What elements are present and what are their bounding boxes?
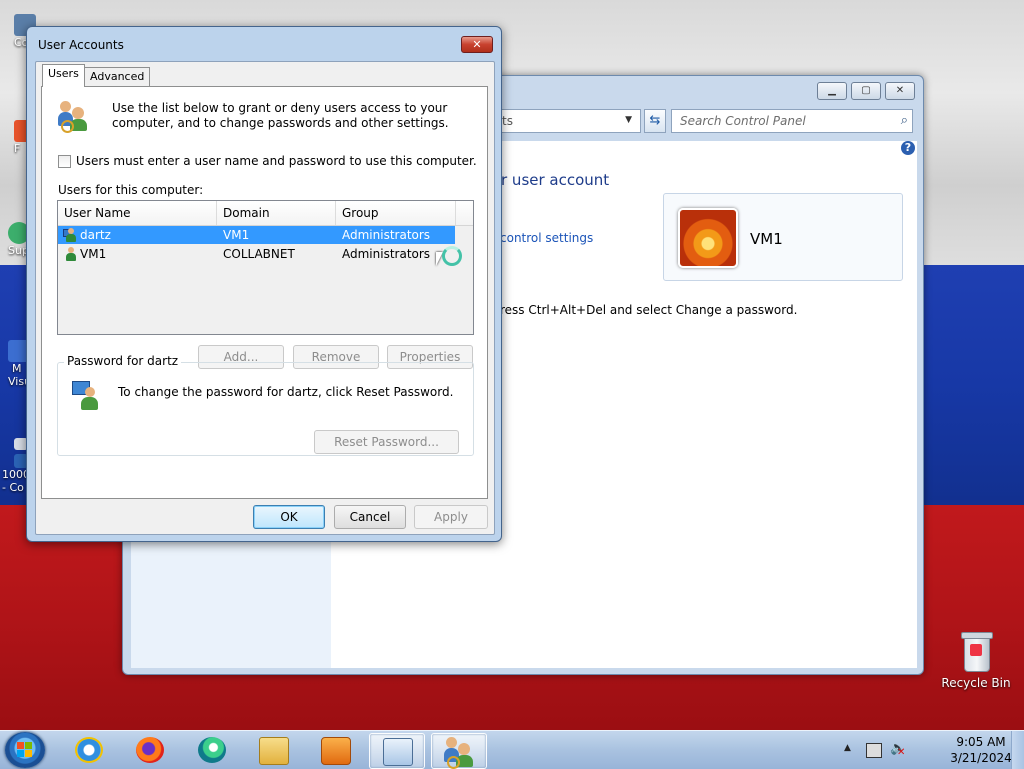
ok-button[interactable]: OK (253, 505, 325, 529)
reset-password-button[interactable]: Reset Password... (314, 430, 459, 454)
column-header-domain[interactable]: Domain (217, 201, 336, 225)
tab-users[interactable]: Users (42, 64, 85, 87)
user-card: VM1 (663, 193, 903, 281)
require-login-row[interactable]: Users must enter a user name and passwor… (58, 154, 477, 168)
search-input[interactable]: Search Control Panel ⌕ (671, 109, 913, 133)
group-cell: Administrators (342, 228, 431, 242)
dialog-body: Users Advanced Use the list below to gra… (35, 61, 495, 535)
domain-cell: COLLABNET (223, 247, 295, 261)
internet-explorer-icon (75, 737, 103, 763)
system-tray: ▲ 🔈 ✕ 9:05 AM 3/21/2024 (844, 731, 1024, 769)
clock-time: 9:05 AM (956, 735, 1006, 749)
media-player-icon (321, 737, 351, 765)
require-login-checkbox[interactable] (58, 154, 71, 168)
maximize-button[interactable]: ▢ (851, 82, 881, 100)
dialog-title: User Accounts (38, 38, 124, 52)
password-text: To change the password for dartz, click … (118, 385, 454, 399)
recycle-bin-label: Recycle Bin (941, 676, 1011, 690)
group-cell: Administrators (342, 247, 431, 261)
page-heading: r user account (501, 171, 610, 189)
user-picture-flower-icon[interactable] (678, 208, 738, 268)
user-card-name: VM1 (750, 230, 783, 248)
edge-icon (198, 737, 226, 763)
minimize-button[interactable]: ▁ (817, 82, 847, 100)
user-name-cell: dartz (80, 228, 111, 242)
tab-advanced[interactable]: Advanced (84, 67, 151, 86)
address-text: ts (502, 114, 513, 128)
taskbar-app-user-accounts[interactable] (431, 733, 487, 769)
volume-muted-icon[interactable]: 🔈 ✕ (890, 741, 906, 758)
busy-cursor-icon (436, 246, 462, 272)
user-password-icon (72, 381, 104, 411)
list-item[interactable]: VM1 COLLABNET Administrators (58, 245, 455, 263)
taskbar-app-internet-explorer[interactable] (62, 733, 116, 767)
desktop-icon-label: F (14, 142, 21, 155)
cancel-button[interactable]: Cancel (334, 505, 406, 529)
network-icon[interactable] (866, 743, 882, 758)
window-caption-buttons: ▁ ▢ ✕ (817, 82, 915, 100)
help-icon[interactable]: ? (901, 141, 915, 155)
user-accounts-dialog[interactable]: User Accounts ✕ Users Advanced Use the l… (26, 26, 502, 542)
password-group-label: Password for dartz (64, 354, 182, 368)
user-icon (63, 228, 77, 242)
close-button[interactable]: ✕ (885, 82, 915, 100)
taskbar-app-firefox[interactable] (123, 733, 177, 767)
domain-cell: VM1 (223, 228, 250, 242)
windows-logo-icon (17, 742, 33, 758)
taskbar-app-edge[interactable] (185, 733, 239, 767)
list-header: User Name Domain Group (58, 201, 473, 226)
user-name-cell: VM1 (80, 247, 107, 261)
password-hint-text: ress Ctrl+Alt+Del and select Change a pa… (500, 303, 798, 317)
search-placeholder: Search Control Panel (680, 114, 806, 128)
folder-icon (259, 737, 289, 765)
users-keys-icon (58, 99, 90, 133)
clock[interactable]: 9:05 AM 3/21/2024 (944, 734, 1018, 766)
require-login-label: Users must enter a user name and passwor… (76, 154, 477, 168)
users-list[interactable]: User Name Domain Group dartz VM1 Adminis… (57, 200, 474, 335)
taskbar-app-media-player[interactable] (308, 733, 362, 767)
firefox-icon (136, 737, 164, 763)
user-accounts-icon (444, 735, 473, 769)
show-hidden-icons-button[interactable]: ▲ (844, 743, 851, 753)
control-settings-link[interactable]: control settings (500, 231, 593, 245)
recycle-bin-icon (961, 630, 993, 672)
search-icon[interactable]: ⌕ (901, 113, 908, 128)
taskbar-app-control-panel[interactable] (369, 733, 425, 769)
refresh-icon: ⇆ (649, 113, 661, 128)
clock-date: 3/21/2024 (950, 751, 1012, 765)
intro-text: Use the list below to grant or deny user… (112, 101, 449, 130)
control-panel-icon (383, 738, 413, 766)
chevron-down-icon[interactable]: ▼ (625, 115, 632, 125)
close-icon: ✕ (472, 38, 482, 51)
column-header-user-name[interactable]: User Name (58, 201, 217, 225)
apply-button[interactable]: Apply (414, 505, 488, 529)
taskbar-app-file-explorer[interactable] (246, 733, 300, 767)
users-tab-panel: Use the list below to grant or deny user… (41, 86, 488, 499)
show-desktop-button[interactable] (1011, 731, 1024, 769)
close-button[interactable]: ✕ (461, 36, 493, 53)
list-item[interactable]: dartz VM1 Administrators (58, 226, 455, 244)
users-list-label: Users for this computer: (58, 183, 204, 197)
column-header-group[interactable]: Group (336, 201, 456, 225)
refresh-button[interactable]: ⇆ (644, 109, 666, 133)
taskbar: ▲ 🔈 ✕ 9:05 AM 3/21/2024 (0, 730, 1024, 769)
start-button[interactable] (5, 732, 45, 768)
desktop-icon-recycle-bin[interactable]: Recycle Bin (936, 630, 1016, 690)
user-icon (63, 247, 77, 261)
